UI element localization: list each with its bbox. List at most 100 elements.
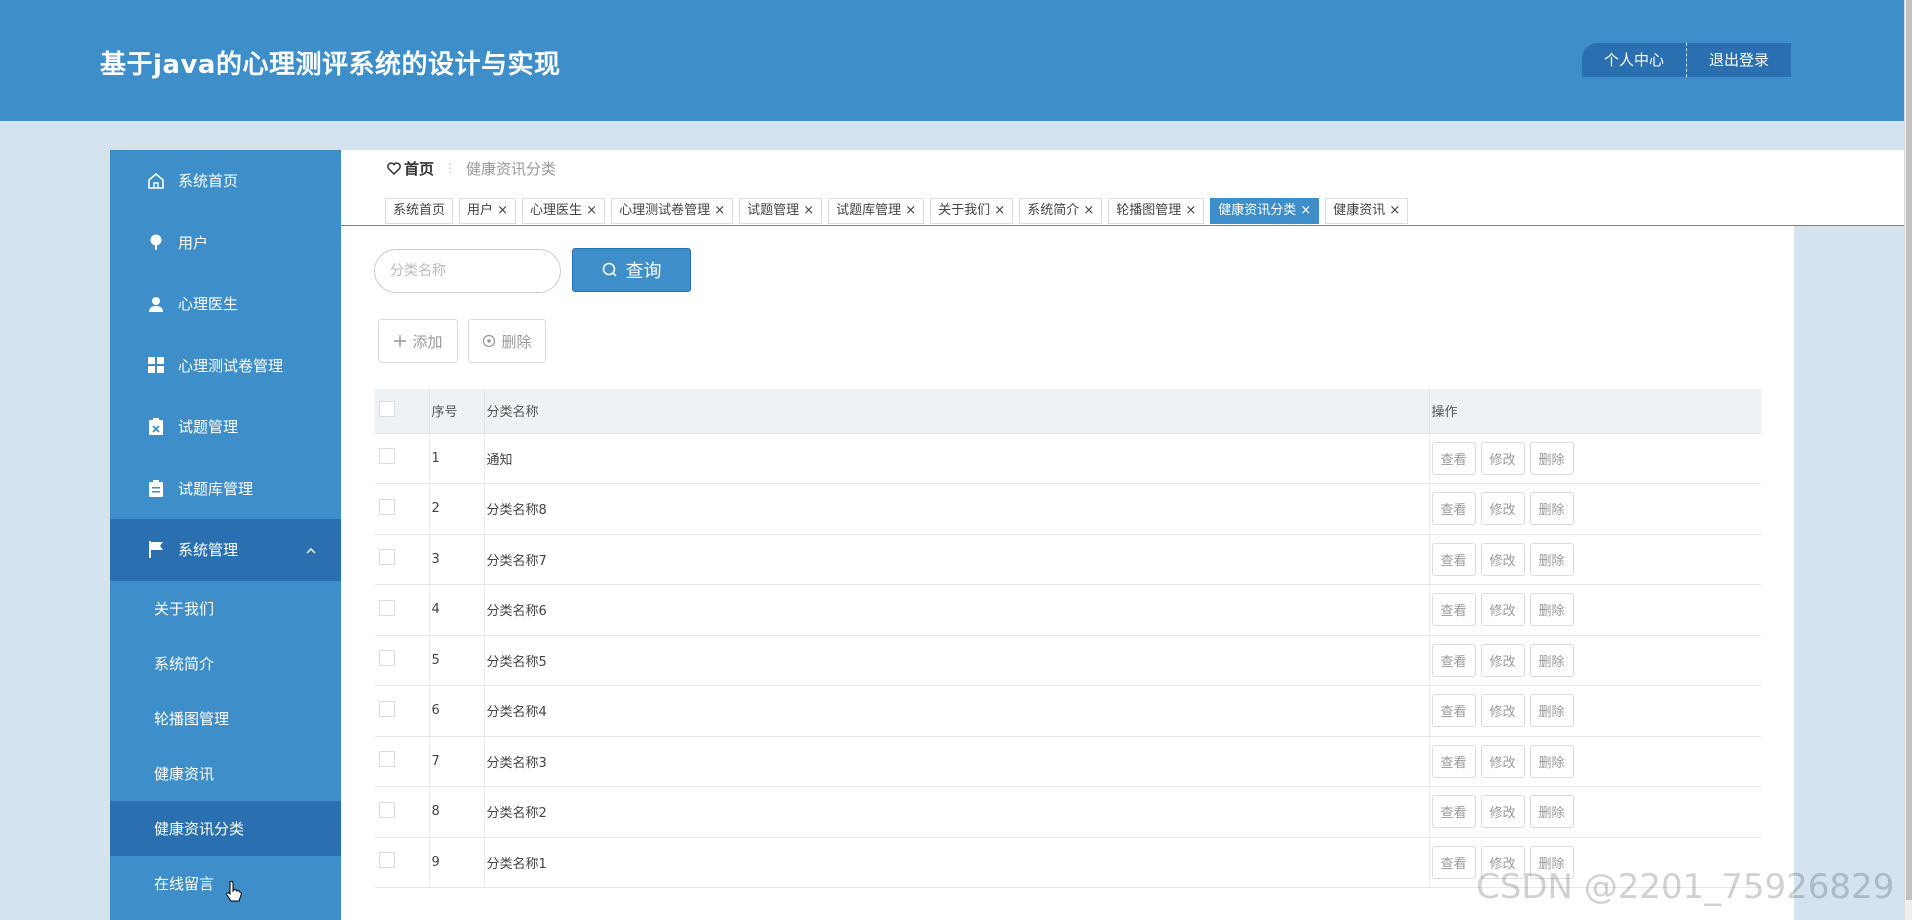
view-button[interactable]: 查看 xyxy=(1431,845,1476,879)
watermark: CSDN @2201_75926829 xyxy=(1476,867,1895,907)
edit-button[interactable]: 修改 xyxy=(1480,492,1525,526)
row-checkbox[interactable] xyxy=(379,498,395,515)
row-no: 1 xyxy=(429,433,485,484)
tab-carousel[interactable]: 轮播图管理 × xyxy=(1108,198,1205,224)
row-ops: 查看 修改 删除 xyxy=(1429,736,1761,787)
sidebar-subitem-about[interactable]: 关于我们 xyxy=(110,581,341,636)
table-row: 4 分类名称6 查看 修改 删除 xyxy=(375,584,1762,636)
row-category-name: 分类名称1 xyxy=(484,837,1430,888)
row-checkbox[interactable] xyxy=(379,751,395,768)
tab-intro[interactable]: 系统简介 × xyxy=(1019,198,1103,224)
tab-questions[interactable]: 试题管理 × xyxy=(739,198,823,224)
tab-about[interactable]: 关于我们 × xyxy=(930,198,1014,224)
main-content: 首页 ⋮ 健康资讯分类 系统首页 用户 × 心理医生 × 心理测试卷管理 × 试… xyxy=(341,150,1904,920)
sidebar-item-users[interactable]: 用户 xyxy=(110,212,341,274)
sidebar-item-question-bank[interactable]: 试题库管理 xyxy=(110,458,341,520)
sidebar-item-home[interactable]: 系统首页 xyxy=(110,150,341,212)
row-category-name: 分类名称2 xyxy=(484,786,1430,838)
page-scrollbar[interactable] xyxy=(1904,0,1912,920)
select-all-checkbox[interactable] xyxy=(379,400,395,417)
sidebar-subitem-news[interactable]: 健康资讯 xyxy=(110,746,341,801)
scrollbar-thumb[interactable] xyxy=(1906,0,1912,900)
batch-delete-button[interactable]: 删除 xyxy=(468,319,546,363)
tab-news-category[interactable]: 健康资讯分类 × xyxy=(1210,198,1320,224)
row-no: 4 xyxy=(429,584,485,636)
table-row: 6 分类名称4 查看 修改 删除 xyxy=(375,685,1761,737)
table-row: 7 分类名称3 查看 修改 删除 xyxy=(375,736,1761,787)
delete-button[interactable]: 删除 xyxy=(1529,492,1574,526)
delete-button[interactable]: 删除 xyxy=(1529,795,1574,829)
delete-button[interactable]: 删除 xyxy=(1529,694,1574,728)
edit-button[interactable]: 修改 xyxy=(1480,694,1525,728)
query-button[interactable]: 查询 xyxy=(572,248,691,292)
sidebar-item-test-paper[interactable]: 心理测试卷管理 xyxy=(110,335,341,397)
row-ops: 查看 修改 删除 xyxy=(1429,635,1761,686)
sidebar-subitem-intro[interactable]: 系统简介 xyxy=(110,636,341,691)
tab-home[interactable]: 系统首页 xyxy=(385,198,454,224)
row-ops: 查看 修改 删除 xyxy=(1429,483,1761,535)
tab-users[interactable]: 用户 × xyxy=(459,198,517,224)
delete-button[interactable]: 删除 xyxy=(1529,441,1574,475)
add-button-label: 添加 xyxy=(412,332,443,351)
top-header: 基于java的心理测评系统的设计与实现 个人中心 退出登录 xyxy=(0,0,1904,121)
row-checkbox[interactable] xyxy=(379,599,395,616)
sidebar-item-label: 系统管理 xyxy=(178,541,239,560)
row-no: 5 xyxy=(429,635,485,686)
clipboard-icon xyxy=(146,478,166,498)
row-select-cell xyxy=(375,483,430,535)
clipboard-x-icon xyxy=(146,417,166,437)
flag-icon xyxy=(146,540,166,560)
view-button[interactable]: 查看 xyxy=(1431,744,1476,778)
delete-button[interactable]: 删除 xyxy=(1529,593,1574,627)
category-search-input[interactable] xyxy=(374,249,561,293)
chevron-up-icon[interactable] xyxy=(305,541,317,559)
row-no: 2 xyxy=(429,483,485,535)
row-checkbox[interactable] xyxy=(379,801,395,818)
delete-button[interactable]: 删除 xyxy=(1529,744,1574,778)
view-button[interactable]: 查看 xyxy=(1431,795,1476,829)
edit-button[interactable]: 修改 xyxy=(1480,441,1525,475)
edit-button[interactable]: 修改 xyxy=(1480,643,1525,677)
view-button[interactable]: 查看 xyxy=(1431,492,1476,526)
row-select-cell xyxy=(375,736,430,787)
edit-button[interactable]: 修改 xyxy=(1480,795,1525,829)
edit-button[interactable]: 修改 xyxy=(1480,744,1525,778)
view-button[interactable]: 查看 xyxy=(1431,643,1476,677)
tab-news[interactable]: 健康资讯 × xyxy=(1325,198,1409,224)
mouse-cursor-icon xyxy=(225,880,243,908)
row-checkbox[interactable] xyxy=(379,549,395,566)
view-button[interactable]: 查看 xyxy=(1431,593,1476,627)
row-op-buttons: 查看 修改 删除 xyxy=(1431,593,1762,627)
sidebar-item-system[interactable]: 系统管理 xyxy=(110,519,341,581)
sidebar-item-doctor[interactable]: 心理医生 xyxy=(110,273,341,335)
logout-link[interactable]: 退出登录 xyxy=(1687,43,1791,77)
row-ops: 查看 修改 删除 xyxy=(1429,786,1761,838)
edit-button[interactable]: 修改 xyxy=(1480,593,1525,627)
tab-doctor[interactable]: 心理医生 × xyxy=(522,198,606,224)
edit-button[interactable]: 修改 xyxy=(1480,542,1525,576)
breadcrumb-home[interactable]: 首页 xyxy=(387,158,434,179)
header-actions: 个人中心 退出登录 xyxy=(1582,43,1792,77)
add-button[interactable]: 添加 xyxy=(378,319,458,363)
breadcrumb-separator: ⋮ xyxy=(444,161,457,175)
delete-button[interactable]: 删除 xyxy=(1529,542,1574,576)
home-icon xyxy=(146,171,166,191)
view-button[interactable]: 查看 xyxy=(1431,441,1476,475)
row-checkbox[interactable] xyxy=(379,448,395,465)
row-category-name: 分类名称6 xyxy=(484,584,1430,636)
row-ops: 查看 修改 删除 xyxy=(1429,534,1761,585)
tab-test-paper[interactable]: 心理测试卷管理 × xyxy=(611,198,734,224)
view-button[interactable]: 查看 xyxy=(1431,694,1476,728)
row-no: 9 xyxy=(429,837,485,888)
profile-link[interactable]: 个人中心 xyxy=(1582,43,1686,77)
row-checkbox[interactable] xyxy=(379,700,395,717)
sidebar-subitem-news-category[interactable]: 健康资讯分类 xyxy=(110,800,341,856)
row-checkbox[interactable] xyxy=(379,650,395,667)
row-op-buttons: 查看 修改 删除 xyxy=(1431,542,1762,576)
row-checkbox[interactable] xyxy=(379,852,395,869)
tab-question-bank[interactable]: 试题库管理 × xyxy=(828,198,925,224)
sidebar-subitem-carousel[interactable]: 轮播图管理 xyxy=(110,691,341,746)
sidebar-item-questions[interactable]: 试题管理 xyxy=(110,396,341,458)
delete-button[interactable]: 删除 xyxy=(1529,643,1574,677)
view-button[interactable]: 查看 xyxy=(1431,542,1476,576)
